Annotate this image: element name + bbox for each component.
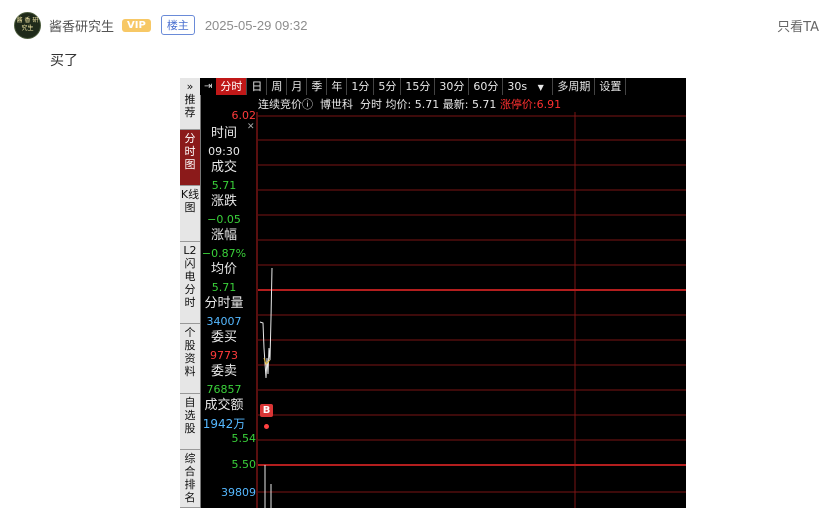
stock-chart-screenshot[interactable]: » 推荐 分时图 K线图 L2闪电分时 个股资料 自选股 综合排名 ⇥ 分时 日…: [180, 78, 686, 508]
chart-grid: [258, 112, 686, 508]
info-icon[interactable]: ⓘ: [302, 98, 313, 111]
avg-value: 5.71: [414, 98, 440, 111]
auction-status: 连续竞价: [258, 98, 302, 111]
quote-info-bar: 连续竞价ⓘ 博世科 分时 均价: 5.71 最新: 5.71 涨停价:6.91: [258, 96, 561, 112]
stat-change-label: 涨跌: [210, 194, 237, 209]
limit-up-value: 6.91: [536, 98, 562, 111]
latest-value: 5.71: [471, 98, 497, 111]
post-timestamp: 2025-05-29 09:32: [204, 17, 308, 33]
stat-bid-value: 9773: [210, 349, 238, 362]
vip-badge: VIP: [122, 18, 151, 32]
stock-name: 博世科: [320, 98, 353, 111]
avg-label: 均价:: [385, 98, 412, 111]
limit-up-label: 涨停价:: [499, 98, 537, 111]
stat-minute-vol-label: 分时量: [204, 296, 244, 311]
post-body-text: 买了: [50, 53, 78, 69]
stat-avg-value: 5.71: [211, 281, 237, 294]
stat-bid-label: 委买: [210, 330, 237, 345]
latest-label: 最新:: [442, 98, 469, 111]
stat-change-value: −0.05: [207, 213, 241, 226]
stat-turnover-label: 成交额: [204, 398, 244, 413]
stat-ask-label: 委卖: [210, 364, 237, 379]
host-badge: 楼主: [160, 15, 195, 35]
stat-pct-value: −0.87%: [201, 247, 247, 260]
quote-stats-panel: 时间 09:30 成交 5.71 涨跌 −0.05 涨幅 −0.87% 均价 5…: [200, 112, 258, 508]
stat-minute-vol-value: 34007: [206, 315, 242, 328]
stat-avg-label: 均价: [210, 262, 237, 277]
stat-turnover-value: 1942万: [202, 417, 246, 431]
price-line: [259, 267, 273, 379]
avatar[interactable]: 酱 香 研究生: [14, 11, 41, 39]
stat-ask-value: 76857: [206, 383, 242, 396]
stat-volume-value: 5.71: [211, 179, 237, 192]
buy-point-dot: [264, 424, 269, 429]
chart-mode: 分时: [360, 98, 382, 111]
stat-time-label: 时间: [210, 126, 237, 141]
buy-marker[interactable]: B: [260, 404, 273, 417]
post-header: 酱 香 研究生 酱香研究生 VIP 楼主 2025-05-29 09:32 只看…: [14, 11, 819, 39]
only-ta-link[interactable]: 只看TA: [777, 16, 819, 35]
stat-pct-label: 涨幅: [210, 228, 237, 243]
username[interactable]: 酱香研究生: [49, 16, 114, 35]
stat-volume-label: 成交: [210, 160, 237, 175]
stat-time-value: 09:30: [208, 145, 240, 158]
